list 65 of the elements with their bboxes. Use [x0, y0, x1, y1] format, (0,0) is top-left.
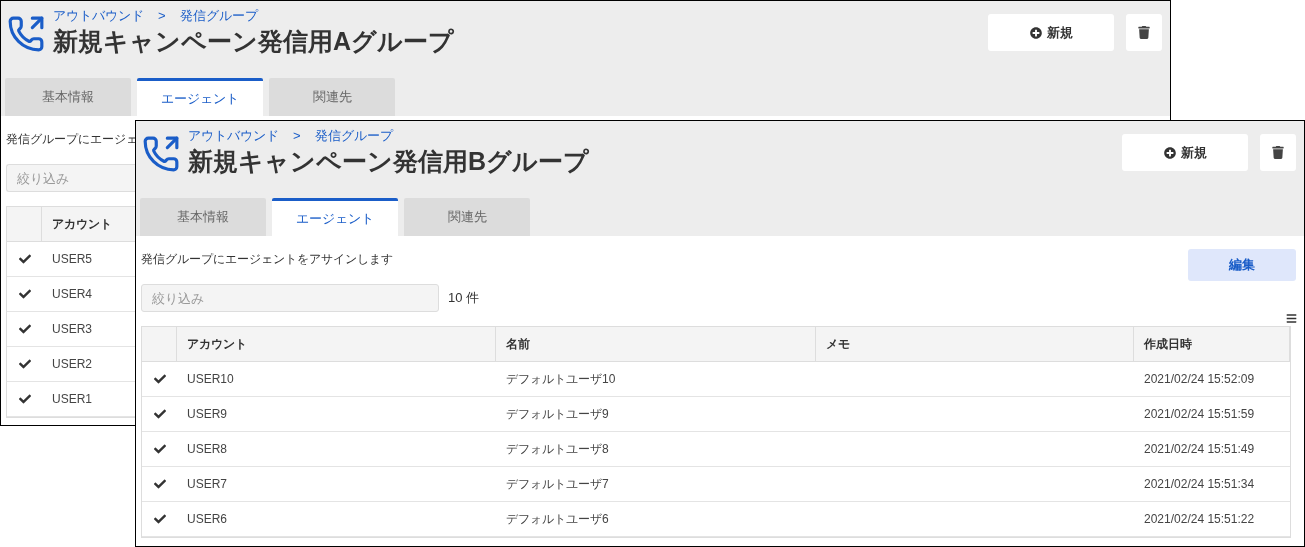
tab[interactable]: 基本情報	[140, 198, 266, 236]
breadcrumb-separator: >	[158, 7, 166, 25]
breadcrumb-link[interactable]: 発信グループ	[179, 7, 258, 25]
check-icon	[153, 513, 166, 525]
table-cell: USER8	[187, 442, 227, 456]
table-cell: USER4	[52, 287, 92, 301]
menu-icon[interactable]	[1286, 313, 1297, 324]
column-header: メモ	[826, 336, 850, 353]
tab[interactable]: エージェント	[272, 198, 398, 236]
plus-icon	[1163, 146, 1176, 159]
check-icon	[18, 288, 31, 300]
check-icon	[153, 478, 166, 490]
edit-button[interactable]: 編集	[1188, 249, 1296, 281]
filter-field[interactable]: 絞り込み	[6, 164, 136, 192]
delete-button[interactable]	[1126, 14, 1162, 51]
table-cell: デフォルトユーザ8	[506, 442, 609, 456]
tab[interactable]: 関連先	[404, 198, 530, 236]
column-header: アカウント	[187, 336, 247, 353]
breadcrumb-link[interactable]: 発信グループ	[314, 127, 393, 145]
check-icon	[153, 408, 166, 420]
table-cell: USER3	[52, 322, 92, 336]
phone-outgoing-icon	[7, 15, 45, 53]
tab[interactable]: 基本情報	[5, 78, 131, 116]
new-button[interactable]: 新規	[988, 14, 1114, 51]
trash-icon	[1138, 26, 1150, 39]
breadcrumb-link[interactable]: アウトバウンド	[53, 7, 144, 25]
table-cell: USER2	[52, 357, 92, 371]
check-icon	[153, 373, 166, 385]
table-cell: 2021/02/24 15:51:59	[1144, 407, 1255, 421]
filter-field[interactable]: 絞り込み	[141, 284, 439, 312]
table-cell: 2021/02/24 15:51:49	[1144, 442, 1255, 456]
column-header: 作成日時	[1144, 336, 1192, 353]
column-header: 名前	[506, 336, 530, 353]
table-cell: USER5	[52, 252, 92, 266]
table-cell: 2021/02/24 15:52:09	[1144, 372, 1255, 386]
table-cell: USER7	[187, 477, 227, 491]
table-cell: 2021/02/24 15:51:22	[1144, 512, 1255, 526]
check-icon	[18, 253, 31, 265]
table-cell: USER6	[187, 512, 227, 526]
table-cell: デフォルトユーザ6	[506, 512, 609, 526]
table-cell: USER1	[52, 392, 92, 406]
check-icon	[153, 443, 166, 455]
delete-button[interactable]	[1260, 134, 1296, 171]
plus-icon	[1029, 26, 1042, 39]
description-text: 発信グループにエージェントをアサインします	[141, 251, 393, 268]
page-title: 新規キャンペーン発信用Aグループ	[53, 26, 456, 57]
breadcrumb-link[interactable]: アウトバウンド	[188, 127, 279, 145]
check-icon	[18, 358, 31, 370]
tab[interactable]: 関連先	[269, 78, 395, 116]
new-button[interactable]: 新規	[1122, 134, 1248, 171]
tab[interactable]: エージェント	[137, 78, 263, 116]
trash-icon	[1272, 146, 1284, 159]
table-cell: USER10	[187, 372, 234, 386]
check-icon	[18, 393, 31, 405]
table-cell: USER9	[187, 407, 227, 421]
table-cell: デフォルトユーザ10	[506, 372, 616, 386]
table-cell: デフォルトユーザ9	[506, 407, 609, 421]
check-icon	[18, 323, 31, 335]
phone-outgoing-icon	[142, 135, 180, 173]
column-header: アカウント	[52, 216, 112, 233]
page-title: 新規キャンペーン発信用Bグループ	[188, 146, 591, 177]
result-count: 10 件	[448, 289, 480, 308]
table-cell: デフォルトユーザ7	[506, 477, 609, 491]
breadcrumb-separator: >	[293, 127, 301, 145]
table-cell: 2021/02/24 15:51:34	[1144, 477, 1255, 491]
